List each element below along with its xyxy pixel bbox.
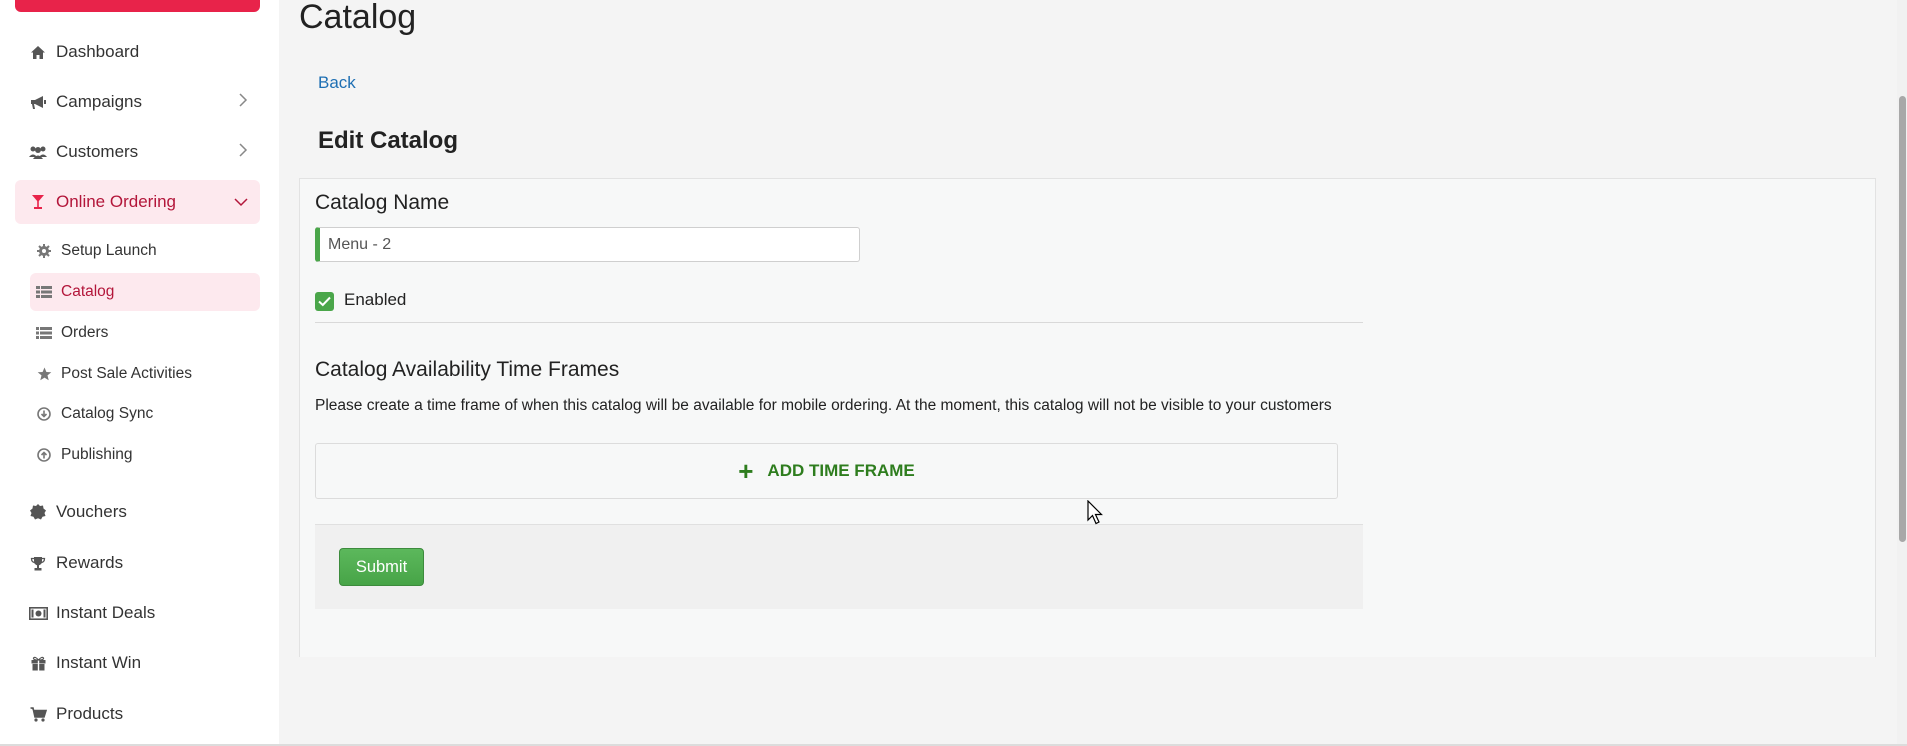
scrollbar-thumb[interactable] — [1899, 96, 1906, 542]
catalog-name-input[interactable] — [315, 227, 860, 262]
check-icon — [318, 296, 331, 307]
megaphone-icon — [28, 95, 48, 110]
sidebar-item-label: Instant Deals — [56, 603, 156, 622]
add-time-frame-label: ADD TIME FRAME — [767, 461, 915, 480]
sidebar-item-rewards[interactable]: Rewards — [15, 541, 260, 585]
chevron-right-icon — [239, 142, 248, 162]
sidebar-item-vouchers[interactable]: Vouchers — [15, 490, 260, 534]
sidebar-item-instant-deals[interactable]: Instant Deals — [15, 591, 260, 635]
sidebar-subitem-label: Publishing — [61, 446, 133, 463]
sidebar-item-label: Instant Win — [56, 653, 142, 672]
sidebar-item-instant-win[interactable]: Instant Win — [15, 641, 260, 685]
sidebar-item-label: Products — [56, 704, 124, 723]
sidebar-subitem-label: Post Sale Activities — [61, 365, 192, 382]
badge-icon — [28, 504, 48, 520]
gift-icon — [28, 656, 48, 671]
sidebar-item-online-ordering[interactable]: Online Ordering — [15, 180, 260, 224]
gear-icon — [36, 244, 52, 258]
sidebar-item-label: Online Ordering — [56, 192, 177, 211]
catalog-name-label: Catalog Name — [315, 191, 450, 214]
sidebar-subitem-label: Catalog Sync — [61, 405, 154, 422]
plus-icon: + — [738, 456, 754, 486]
trophy-icon — [28, 556, 48, 571]
sidebar-item-products[interactable]: Products — [15, 692, 260, 736]
enabled-label: Enabled — [344, 290, 407, 309]
sidebar-subitem-setup-launch[interactable]: Setup Launch — [30, 232, 260, 270]
sidebar-subitem-label: Catalog — [61, 283, 115, 300]
back-link[interactable]: Back — [318, 73, 356, 93]
chevron-right-icon — [239, 92, 248, 112]
sidebar-item-label: Vouchers — [56, 502, 127, 521]
sidebar-subitem-publishing[interactable]: Publishing — [30, 436, 260, 474]
brand-bar — [15, 0, 260, 12]
sidebar-item-customers[interactable]: Customers — [15, 130, 260, 174]
availability-title: Catalog Availability Time Frames — [315, 358, 620, 381]
sidebar-subitem-catalog[interactable]: Catalog — [30, 273, 260, 311]
add-time-frame-button[interactable]: + ADD TIME FRAME — [315, 443, 1338, 499]
sidebar-item-label: Dashboard — [56, 42, 140, 61]
money-icon — [28, 606, 48, 620]
sidebar-subitem-label: Orders — [61, 324, 109, 341]
sidebar-subitem-catalog-sync[interactable]: Catalog Sync — [30, 395, 260, 433]
availability-help-text: Please create a time frame of when this … — [315, 397, 1332, 414]
star-icon — [36, 367, 52, 381]
upload-circle-icon — [36, 448, 52, 462]
section-title: Edit Catalog — [318, 127, 459, 154]
sidebar-item-label: Rewards — [56, 553, 124, 572]
cart-icon — [28, 706, 48, 722]
sidebar-item-label: Campaigns — [56, 92, 142, 111]
page-title: Catalog — [299, 0, 417, 36]
form-footer — [315, 524, 1363, 609]
sidebar-item-label: Customers — [56, 142, 139, 161]
catalog-icon — [36, 285, 52, 299]
sidebar-subitem-orders[interactable]: Orders — [30, 314, 260, 352]
enabled-checkbox[interactable] — [315, 292, 334, 311]
home-icon — [28, 45, 48, 60]
sidebar-subitem-post-sale-activities[interactable]: Post Sale Activities — [30, 355, 260, 393]
sidebar-item-campaigns[interactable]: Campaigns — [15, 80, 260, 124]
sidebar: Dashboard Campaigns Customers Online Ord… — [0, 0, 279, 746]
users-icon — [28, 145, 48, 160]
cocktail-icon — [28, 194, 48, 210]
chevron-down-icon — [234, 192, 248, 212]
list-icon — [36, 326, 52, 340]
mouse-cursor-icon — [1087, 499, 1105, 531]
sidebar-item-dashboard[interactable]: Dashboard — [15, 30, 260, 74]
submit-button[interactable]: Submit — [339, 548, 424, 586]
divider — [315, 322, 1363, 323]
download-circle-icon — [36, 407, 52, 421]
sidebar-subitem-label: Setup Launch — [61, 242, 157, 259]
